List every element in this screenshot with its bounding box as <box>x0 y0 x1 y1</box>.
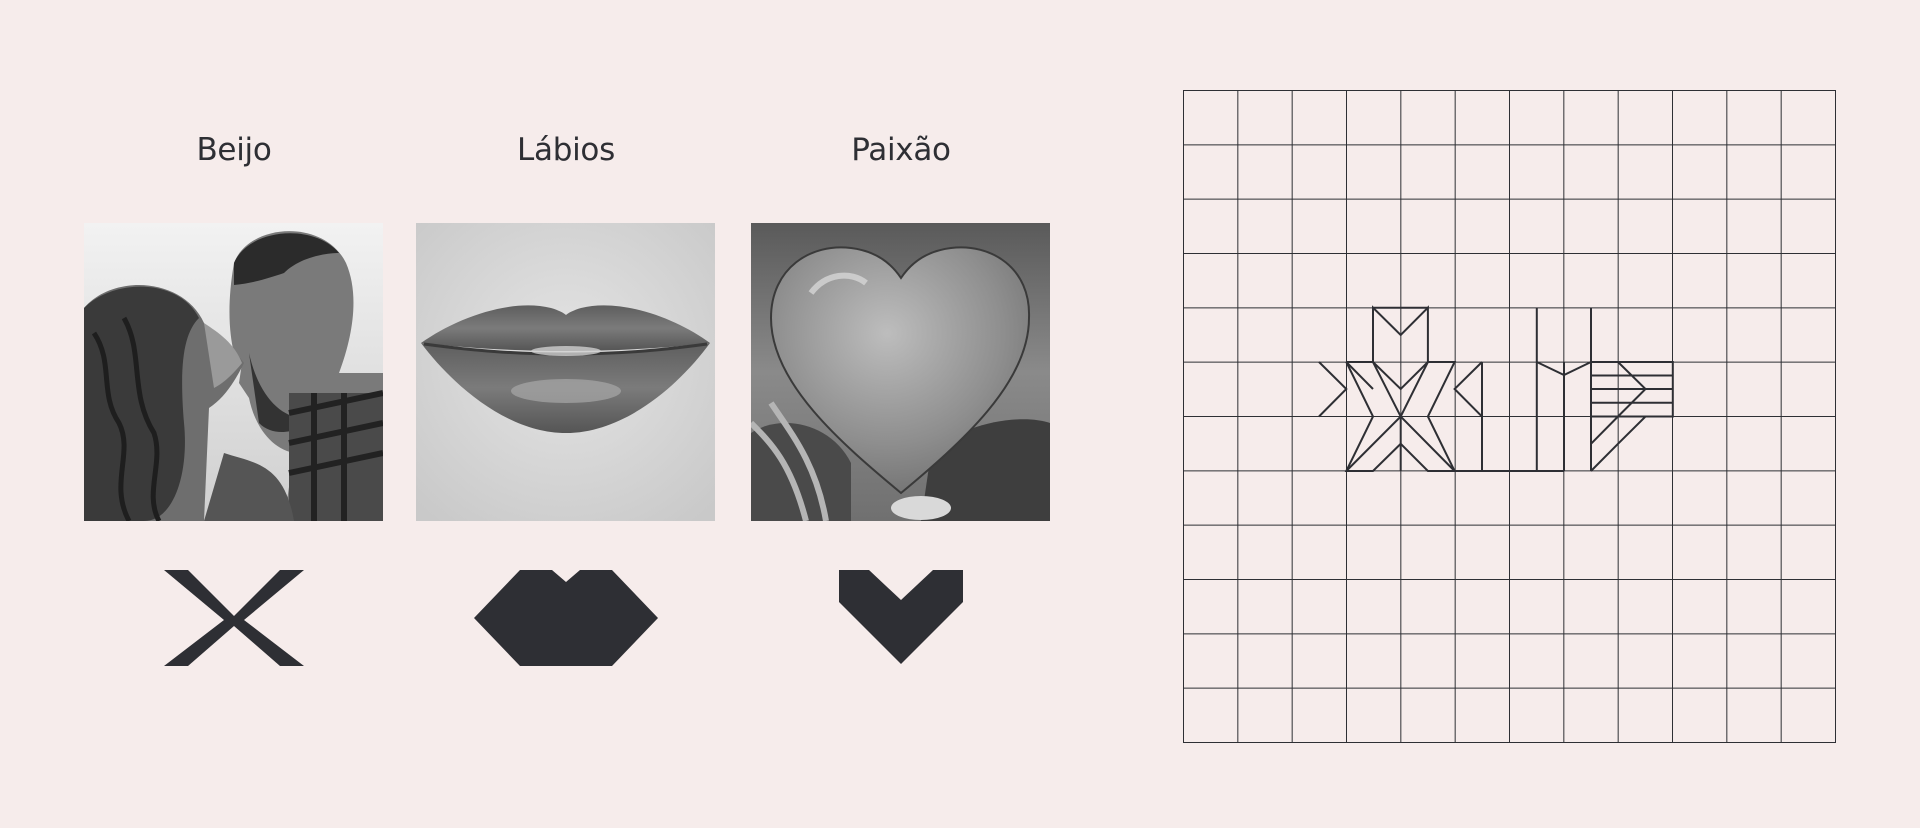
heart-icon <box>751 570 1051 680</box>
heart-balloon-photo <box>751 223 1050 521</box>
concept-title: Beijo <box>196 132 272 168</box>
lips-photo <box>416 223 715 521</box>
concept-title: Paixão <box>851 132 951 168</box>
concept-title: Lábios <box>517 132 615 168</box>
couple-kissing-photo <box>84 223 383 521</box>
lips-icon <box>416 570 716 680</box>
logo-construction-grid <box>1183 90 1836 743</box>
kiss-x-icon <box>84 570 384 680</box>
logo-construction-icon <box>1183 90 1836 743</box>
